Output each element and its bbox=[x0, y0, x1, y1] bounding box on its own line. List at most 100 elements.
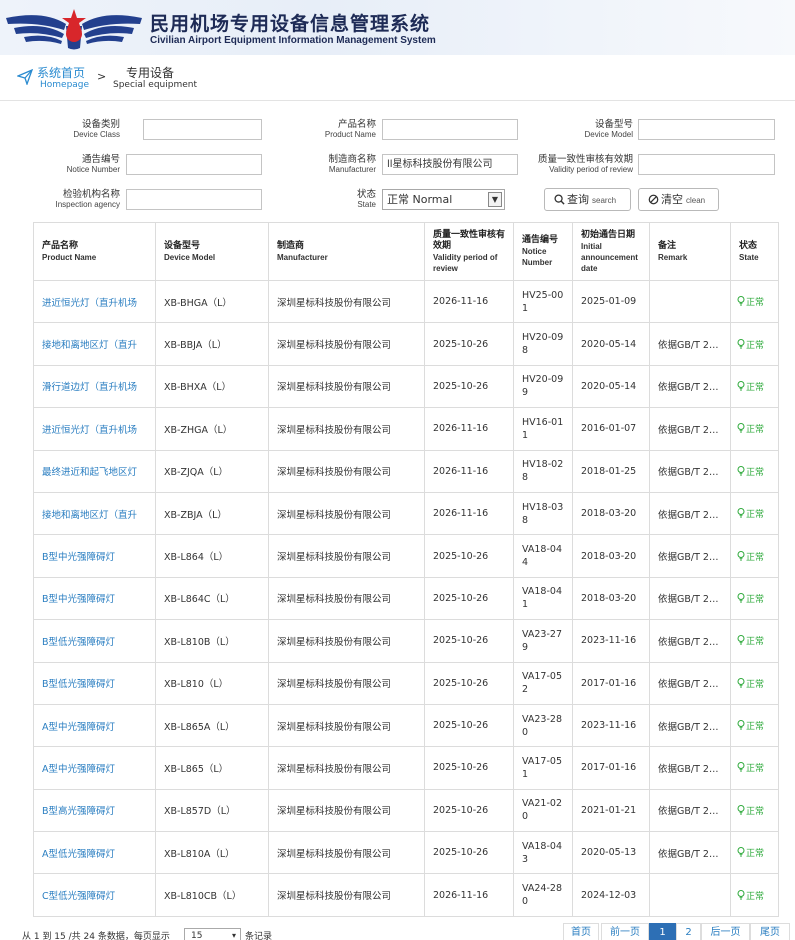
state-cell[interactable]: 正常 bbox=[730, 407, 779, 451]
column-header: 初始通告日期 Initial announcement date bbox=[572, 222, 650, 281]
lightbulb-icon bbox=[737, 423, 745, 433]
notice-number-cell: HV18-028 bbox=[513, 449, 573, 493]
state-cell[interactable]: 正常 bbox=[730, 746, 779, 790]
product-name-cell[interactable]: 滑行道边灯（直升机场 bbox=[33, 364, 156, 409]
validity-input[interactable] bbox=[638, 154, 775, 175]
state-cell[interactable]: 正常 bbox=[730, 534, 779, 578]
remark-cell: 依据GB/T 24... bbox=[649, 788, 731, 833]
state-cell[interactable]: 正常 bbox=[730, 703, 779, 748]
state-select[interactable]: 正常 Normal ▼ bbox=[382, 189, 505, 210]
table-row: A型中光强障碍灯 XB-L865（L） 深圳星标科技股份有限公司 2025-10-26… bbox=[33, 746, 779, 790]
breadcrumb-home-link[interactable]: 系统首页 bbox=[37, 64, 85, 81]
state-cell[interactable]: 正常 bbox=[730, 831, 779, 875]
notice-number-cell: HV18-038 bbox=[513, 491, 573, 536]
device-model-cell: XB-L865（L） bbox=[155, 746, 269, 790]
manufacturer-cell: 深圳星标科技股份有限公司 bbox=[268, 491, 425, 536]
search-icon bbox=[554, 194, 565, 205]
product-name-cell[interactable]: B型低光强障碍灯 bbox=[33, 661, 156, 705]
column-header-label-en: Validity period of review bbox=[433, 252, 498, 273]
state-label: 正常 bbox=[746, 722, 765, 733]
table-row: 滑行道边灯（直升机场 XB-BHXA（L） 深圳星标科技股份有限公司 2025-10-… bbox=[33, 364, 779, 409]
validity-cell: 2025-10-26 bbox=[424, 746, 514, 790]
device-class-input[interactable] bbox=[143, 119, 262, 140]
page-size-select[interactable]: 15 ▾ bbox=[184, 928, 241, 940]
device-model-input[interactable] bbox=[638, 119, 775, 140]
state-cell[interactable]: 正常 bbox=[730, 364, 779, 409]
lightbulb-icon bbox=[737, 550, 745, 561]
product-name-input[interactable] bbox=[382, 119, 518, 140]
product-name-cell[interactable]: 进近恒光灯（直升机场 bbox=[33, 407, 156, 451]
state-cell[interactable]: 正常 bbox=[730, 619, 779, 663]
state-cell[interactable]: 正常 bbox=[730, 576, 779, 621]
product-name-cell[interactable]: A型中光强障碍灯 bbox=[33, 703, 156, 748]
next-page-button[interactable]: 后一页 bbox=[701, 923, 750, 940]
state-cell[interactable]: 正常 bbox=[730, 788, 779, 833]
product-name-cell[interactable]: 接地和离地区灯（直升 bbox=[33, 491, 156, 536]
column-header: 通告编号 Notice Number bbox=[513, 222, 573, 281]
validity-cell: 2025-10-26 bbox=[424, 364, 514, 409]
announcement-date-cell: 2018-03-20 bbox=[572, 534, 650, 578]
column-header: 产品名称 Product Name bbox=[33, 222, 156, 281]
page-2-button[interactable]: 2 bbox=[676, 923, 701, 940]
announcement-date-cell: 2018-03-20 bbox=[572, 576, 650, 621]
manufacturer-cell: 深圳星标科技股份有限公司 bbox=[268, 449, 425, 493]
notice-number-cell: VA23-280 bbox=[513, 703, 573, 748]
inspection-agency-input[interactable] bbox=[126, 189, 262, 210]
state-cell[interactable]: 正常 bbox=[730, 873, 779, 917]
chevron-down-icon: ▼ bbox=[488, 192, 502, 207]
notice-number-cell: HV25-001 bbox=[513, 279, 573, 324]
validity-cell: 2025-10-26 bbox=[424, 703, 514, 748]
column-header: 质量一致性审核有效期 Validity period of review bbox=[424, 222, 514, 281]
column-header-label: 备注 bbox=[658, 240, 677, 251]
device-model-cell: XB-L857D（L） bbox=[155, 788, 269, 833]
notice-number-cell: HV20-098 bbox=[513, 322, 573, 366]
last-page-button[interactable]: 尾页 bbox=[750, 923, 790, 940]
manufacturer-input[interactable]: ll星标科技股份有限公司 bbox=[382, 154, 518, 175]
state-label: 正常 bbox=[746, 298, 765, 309]
state-cell[interactable]: 正常 bbox=[730, 491, 779, 536]
validity-cell: 2026-11-16 bbox=[424, 491, 514, 536]
product-name-cell[interactable]: B型高光强障碍灯 bbox=[33, 788, 156, 833]
pagination-info: 从 1 到 15 /共 24 条数据，每页显示 bbox=[22, 932, 170, 940]
product-name-cell[interactable]: B型中光强障碍灯 bbox=[33, 534, 156, 578]
page-size-value: 15 bbox=[191, 931, 203, 940]
breadcrumb-home-link-en[interactable]: Homepage bbox=[40, 80, 89, 90]
search-button[interactable]: 查询 search bbox=[544, 188, 631, 211]
announcement-date-cell: 2017-01-16 bbox=[572, 746, 650, 790]
product-name-cell[interactable]: C型低光强障碍灯 bbox=[33, 873, 156, 917]
state-cell[interactable]: 正常 bbox=[730, 661, 779, 705]
product-name-cell[interactable]: 进近恒光灯（直升机场 bbox=[33, 279, 156, 324]
product-name-cell[interactable]: B型低光强障碍灯 bbox=[33, 619, 156, 663]
manufacturer-cell: 深圳星标科技股份有限公司 bbox=[268, 788, 425, 833]
state-cell[interactable]: 正常 bbox=[730, 279, 779, 324]
product-name-cell[interactable]: B型中光强障碍灯 bbox=[33, 576, 156, 621]
state-label: 状态 State bbox=[356, 189, 376, 210]
product-name-cell[interactable]: A型低光强障碍灯 bbox=[33, 831, 156, 875]
manufacturer-cell: 深圳星标科技股份有限公司 bbox=[268, 279, 425, 324]
ban-icon bbox=[648, 194, 659, 205]
state-cell[interactable]: 正常 bbox=[730, 449, 779, 493]
first-page-button[interactable]: 首页 bbox=[563, 923, 599, 940]
device-model-cell: XB-L810B（L） bbox=[155, 619, 269, 663]
page-1-button[interactable]: 1 bbox=[649, 923, 676, 940]
lightbulb-icon bbox=[737, 508, 745, 518]
announcement-date-cell: 2020-05-13 bbox=[572, 831, 650, 875]
lightbulb-icon bbox=[737, 847, 745, 857]
caac-logo-icon bbox=[6, 9, 142, 50]
column-header-label: 质量一致性审核有效期 bbox=[433, 229, 506, 251]
product-name-cell[interactable]: A型中光强障碍灯 bbox=[33, 746, 156, 790]
notice-number-cell: VA17-051 bbox=[513, 746, 573, 790]
product-name-cell[interactable]: 最终进近和起飞地区灯 bbox=[33, 449, 156, 493]
prev-page-button[interactable]: 前一页 bbox=[601, 923, 649, 940]
announcement-date-cell: 2018-03-20 bbox=[572, 491, 650, 536]
clean-button[interactable]: 清空 clean bbox=[638, 188, 719, 211]
manufacturer-label: 制造商名称 Manufacturer bbox=[328, 154, 376, 175]
state-cell[interactable]: 正常 bbox=[730, 322, 779, 366]
column-header-label-en: Initial announcement date bbox=[581, 241, 638, 273]
notice-number-input[interactable] bbox=[126, 154, 262, 175]
product-name-cell[interactable]: 接地和离地区灯（直升 bbox=[33, 322, 156, 366]
remark-cell: 依据GB/T 24... bbox=[649, 534, 731, 578]
column-header-label: 状态 bbox=[739, 240, 758, 251]
validity-cell: 2025-10-26 bbox=[424, 831, 514, 875]
device-model-cell: XB-ZJQA（L） bbox=[155, 449, 269, 493]
